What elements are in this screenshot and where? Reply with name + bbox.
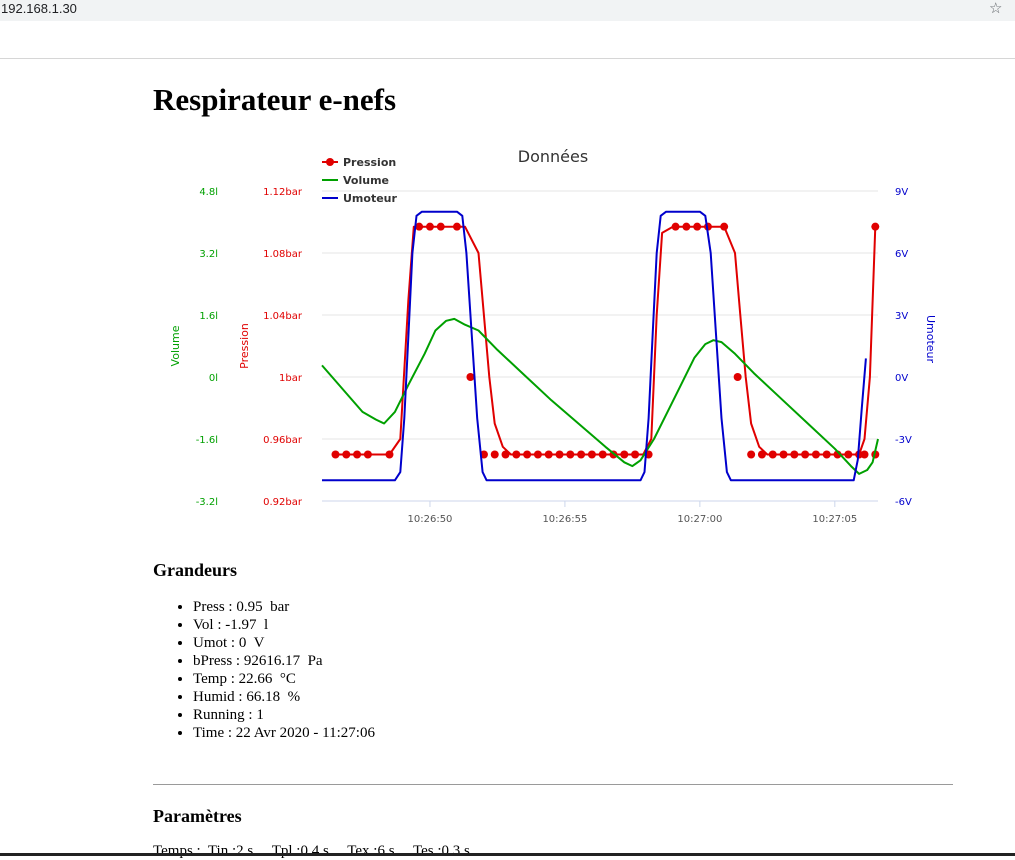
- top-divider: [0, 58, 1015, 59]
- pression-data-point: [768, 450, 777, 459]
- umoteur-tick-label: -3V: [895, 435, 912, 446]
- browser-address-bar[interactable]: 192.168.1.30 ☆: [0, 0, 1015, 21]
- list-item: Press : 0.95 bar: [193, 598, 375, 616]
- pression-data-point: [523, 450, 532, 459]
- umoteur-tick-label: 9V: [895, 187, 908, 198]
- pression-data-point: [682, 222, 691, 231]
- pression-data-point: [671, 222, 680, 231]
- umoteur-tick-label: 0V: [895, 373, 908, 384]
- volume-tick-label: -1.6l: [196, 435, 218, 446]
- list-item: Time : 22 Avr 2020 - 11:27:06: [193, 724, 375, 742]
- pression-data-point: [512, 450, 521, 459]
- pression-data-point: [844, 450, 853, 459]
- pression-data-point: [860, 450, 869, 459]
- pression-data-point: [425, 222, 434, 231]
- volume-tick-label: 0l: [209, 373, 218, 384]
- star-icon[interactable]: ☆: [989, 0, 1002, 17]
- pression-data-point: [331, 450, 340, 459]
- pression-data-point: [747, 450, 756, 459]
- pression-data-point: [342, 450, 351, 459]
- pression-data-point: [757, 450, 766, 459]
- pression-data-point: [871, 222, 880, 231]
- pression-data-point: [566, 450, 575, 459]
- pression-data-point: [363, 450, 372, 459]
- list-item: Temp : 22.66 °C: [193, 670, 375, 688]
- x-tick-label: 10:27:05: [812, 514, 857, 525]
- section-divider: [153, 784, 953, 785]
- pression-data-point: [436, 222, 445, 231]
- list-item: Vol : -1.97 l: [193, 616, 375, 634]
- legend-marker: [326, 158, 334, 166]
- pression-data-point: [490, 450, 499, 459]
- volume-tick-label: 1.6l: [199, 311, 218, 322]
- page-title: Respirateur e-nefs: [153, 82, 397, 117]
- legend-label: Volume: [343, 174, 389, 187]
- pression-data-point: [693, 222, 702, 231]
- grandeurs-list: Press : 0.95 bar Vol : -1.97 l Umot : 0 …: [153, 598, 375, 742]
- pression-data-point: [779, 450, 788, 459]
- pression-axis-title: Pression: [238, 323, 251, 369]
- pression-data-point: [733, 373, 742, 381]
- pression-series-line: [335, 225, 877, 456]
- list-item: bPress : 92616.17 Pa: [193, 652, 375, 670]
- pression-data-point: [790, 450, 799, 459]
- pression-data-point: [452, 222, 461, 231]
- pression-data-point: [587, 450, 596, 459]
- x-tick-label: 10:26:50: [408, 514, 453, 525]
- pression-data-point: [544, 450, 553, 459]
- pression-data-point: [353, 450, 362, 459]
- url-text[interactable]: 192.168.1.30: [1, 1, 77, 16]
- chart-title: Données: [518, 147, 588, 166]
- grandeurs-heading: Grandeurs: [153, 560, 238, 580]
- volume-tick-label: -3.2l: [196, 497, 218, 508]
- volume-tick-label: 3.2l: [199, 249, 218, 260]
- data-chart: Données 4.8l 3.2l 1.6l 0l -1.6l -3.2l 1.12bar 1.…: [169, 147, 937, 525]
- umoteur-tick-label: 3V: [895, 311, 908, 322]
- pression-data-point: [822, 450, 831, 459]
- pression-data-point: [533, 450, 542, 459]
- pression-tick-label: 1.08bar: [263, 249, 303, 260]
- pression-data-point: [598, 450, 607, 459]
- pression-tick-label: 1.04bar: [263, 311, 303, 322]
- parametres-partial-line: Temps : Tin :2 s Tpl :0.4 s Tex :6 s Tes…: [153, 843, 470, 859]
- pression-tick-label: 1.12bar: [263, 187, 303, 198]
- umoteur-tick-label: -6V: [895, 497, 912, 508]
- list-item: Running : 1: [193, 706, 375, 724]
- pression-data-point: [620, 450, 629, 459]
- pression-tick-label: 0.92bar: [263, 497, 303, 508]
- pression-data-point: [811, 450, 820, 459]
- list-item: Humid : 66.18 %: [193, 688, 375, 706]
- parametres-heading: Paramètres: [153, 806, 242, 826]
- pression-data-point: [555, 450, 564, 459]
- legend-label: Umoteur: [343, 192, 398, 205]
- umoteur-axis-title: Umoteur: [924, 315, 937, 364]
- pression-data-point: [385, 450, 394, 459]
- pression-data-point: [720, 222, 729, 231]
- umoteur-series-line: [322, 210, 867, 482]
- volume-axis-title: Volume: [169, 325, 182, 366]
- pression-tick-label: 0.96bar: [263, 435, 303, 446]
- umoteur-tick-label: 6V: [895, 249, 908, 260]
- pression-data-point: [466, 373, 475, 381]
- volume-tick-label: 4.8l: [199, 187, 218, 198]
- pression-data-point: [577, 450, 586, 459]
- x-tick-label: 10:27:00: [677, 514, 722, 525]
- list-item: Umot : 0 V: [193, 634, 375, 652]
- pression-data-point: [501, 450, 510, 459]
- pression-data-point: [801, 450, 810, 459]
- pression-tick-label: 1bar: [279, 373, 303, 384]
- x-tick-label: 10:26:55: [542, 514, 587, 525]
- legend-label: Pression: [343, 156, 396, 169]
- pression-data-point: [631, 450, 640, 459]
